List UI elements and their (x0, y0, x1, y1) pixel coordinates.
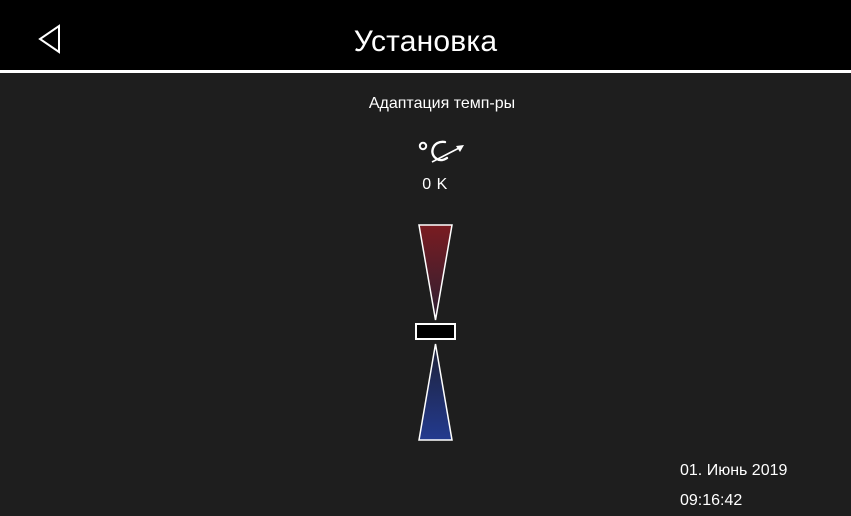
header-divider (0, 70, 851, 73)
temperature-adaptation-icon (416, 138, 468, 172)
decrease-triangle[interactable] (418, 343, 453, 441)
slider-thumb[interactable] (415, 323, 456, 340)
parameter-label: Адаптация темп-ры (368, 95, 516, 112)
status-time: 09:16:42 (680, 492, 743, 509)
screen: Установка Адаптация темп-ры 0 K 01. Июнь… (0, 0, 851, 516)
header-bar (0, 0, 851, 70)
increase-triangle[interactable] (418, 224, 453, 321)
back-button[interactable] (30, 18, 74, 62)
back-triangle-icon (38, 24, 60, 54)
adaptation-value: 0 K (422, 176, 448, 193)
status-date: 01. Июнь 2019 (680, 462, 788, 479)
adaptation-slider[interactable] (410, 222, 462, 444)
